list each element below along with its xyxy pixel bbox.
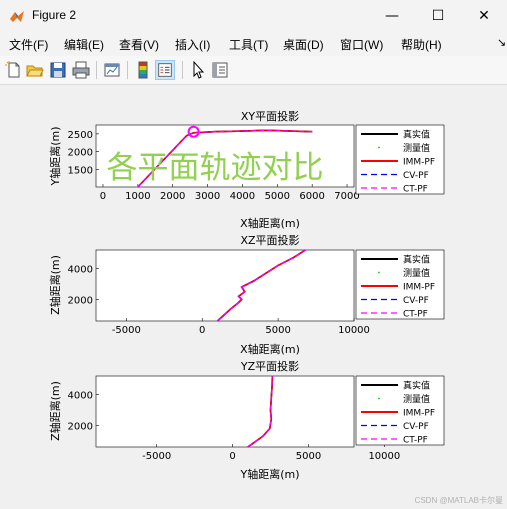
legend-label: CT-PF	[403, 310, 428, 320]
legend-label: 真实值	[403, 254, 430, 266]
x-tick-label: 10000	[338, 325, 370, 336]
x-axis-label: Y轴距离(m)	[239, 467, 299, 481]
toolbar-separator	[96, 61, 97, 79]
x-tick-label: 6000	[299, 191, 324, 202]
axes-title: XY平面投影	[241, 109, 299, 123]
property-inspector-icon[interactable]	[210, 60, 230, 80]
subplot-yz: YZ平面投影 -5000 0 5000 10000 2000 4000 Y轴距离(m) Z…	[48, 359, 445, 481]
legend-label: 真实值	[403, 380, 430, 392]
edit-plot-icon[interactable]	[188, 60, 208, 80]
axes-title: YZ平面投影	[240, 359, 299, 373]
x-tick-label: -5000	[112, 325, 141, 336]
x-tick-label: -5000	[142, 451, 171, 462]
y-tick-label: 2500	[68, 130, 93, 141]
insert-legend-icon[interactable]	[155, 60, 175, 80]
plot-area[interactable]	[95, 249, 355, 322]
x-tick-label: 5000	[296, 451, 321, 462]
y-tick-label: 4000	[68, 265, 93, 276]
y-axis-label: Y轴距离(m)	[48, 126, 62, 186]
print-icon[interactable]	[71, 60, 91, 80]
menu-desktop[interactable]: 桌面(D)	[283, 36, 324, 53]
menu-insert[interactable]: 插入(I)	[175, 36, 210, 53]
legend-marker	[378, 397, 380, 400]
y-tick-label: 4000	[68, 391, 93, 402]
subplot-xy: XY平面投影 0 1000 2000 3000 4000 5000 6000 70001500…	[48, 109, 445, 230]
toolbar-separator	[127, 61, 128, 79]
legend-marker	[378, 146, 380, 149]
menu-edit[interactable]: 编辑(E)	[64, 36, 104, 53]
maximize-button[interactable]: ☐	[415, 0, 461, 32]
toolbar-separator	[182, 61, 183, 79]
window-title: Figure 2	[32, 8, 77, 22]
menu-bar: 文件(F) 编辑(E) 查看(V) 插入(I) 工具(T) 桌面(D) 窗口(W…	[0, 32, 507, 56]
y-tick-label: 2000	[68, 295, 93, 306]
legend[interactable]: 真实值测量值 IMM-PF CV-PF CT-PF	[355, 124, 445, 195]
legend-label: 测量值	[403, 267, 430, 279]
legend[interactable]: 真实值测量值 IMM-PF CV-PF CT-PF	[355, 375, 445, 446]
insert-colorbar-icon[interactable]	[133, 60, 153, 80]
title-bar: Figure 2 — ☐ ✕	[0, 0, 507, 32]
y-axis-label: Z轴距离(m)	[48, 255, 62, 315]
x-tick-label: 4000	[230, 191, 255, 202]
legend-marker	[378, 271, 380, 274]
menu-overflow-icon[interactable]: ↘	[497, 36, 506, 49]
legend-label: 真实值	[403, 129, 430, 141]
minimize-icon: —	[385, 8, 399, 24]
x-tick-label: 0	[100, 191, 106, 202]
plot-area[interactable]	[95, 375, 355, 448]
close-icon: ✕	[478, 8, 490, 24]
x-tick-label: 0	[229, 451, 235, 462]
legend-label: IMM-PF	[403, 283, 435, 293]
y-tick-label: 1500	[68, 165, 93, 176]
overlay-title: 各平面轨迹对比	[107, 150, 324, 186]
new-figure-icon[interactable]	[4, 60, 24, 80]
close-button[interactable]: ✕	[461, 0, 507, 32]
menu-window[interactable]: 窗口(W)	[340, 36, 383, 53]
toolbar	[0, 56, 507, 85]
open-file-icon[interactable]	[25, 60, 45, 80]
x-axis-label: X轴距离(m)	[240, 342, 300, 356]
legend-label: CT-PF	[403, 185, 428, 195]
matlab-icon	[10, 11, 24, 22]
legend-label: CV-PF	[403, 171, 429, 181]
x-tick-label: 3000	[195, 191, 220, 202]
menu-tools[interactable]: 工具(T)	[229, 36, 268, 53]
x-tick-label: 1000	[125, 191, 150, 202]
legend[interactable]: 真实值测量值 IMM-PF CV-PF CT-PF	[355, 249, 445, 320]
legend-label: CT-PF	[403, 436, 428, 446]
menu-help[interactable]: 帮助(H)	[401, 36, 442, 53]
link-plot-icon[interactable]	[102, 60, 122, 80]
menu-file[interactable]: 文件(F)	[9, 36, 48, 53]
axes-title: XZ平面投影	[240, 233, 299, 247]
y-tick-label: 2000	[68, 421, 93, 432]
menu-view[interactable]: 查看(V)	[119, 36, 159, 53]
save-icon[interactable]	[48, 60, 68, 80]
x-axis-label: X轴距离(m)	[240, 216, 300, 230]
legend-label: CV-PF	[403, 296, 429, 306]
x-tick-label: 2000	[160, 191, 185, 202]
legend-label: 测量值	[403, 393, 430, 405]
figure-canvas: XY平面投影 0 1000 2000 3000 4000 5000 6000 7000 1500…	[3, 85, 503, 505]
legend-label: CV-PF	[403, 422, 429, 432]
legend-label: IMM-PF	[403, 409, 435, 419]
x-tick-label: 10000	[368, 451, 400, 462]
watermark-text: CSDN @MATLAB卡尔曼	[414, 496, 503, 505]
y-tick-label: 2000	[68, 148, 93, 159]
figure-plots: XY平面投影 0 1000 2000 3000 4000 5000 6000 70001500…	[48, 109, 445, 481]
legend-label: IMM-PF	[403, 158, 435, 168]
legend-label: 测量值	[403, 142, 430, 154]
minimize-button[interactable]: —	[369, 0, 415, 32]
subplot-xz: XZ平面投影 -5000 0 5000 10000 2000 4000 X轴距离(m) Z…	[48, 233, 445, 356]
y-axis-label: Z轴距离(m)	[48, 381, 62, 441]
x-tick-label: 0	[199, 325, 205, 336]
x-tick-label: 5000	[265, 325, 290, 336]
maximize-icon: ☐	[431, 8, 445, 24]
x-tick-label: 5000	[265, 191, 290, 202]
